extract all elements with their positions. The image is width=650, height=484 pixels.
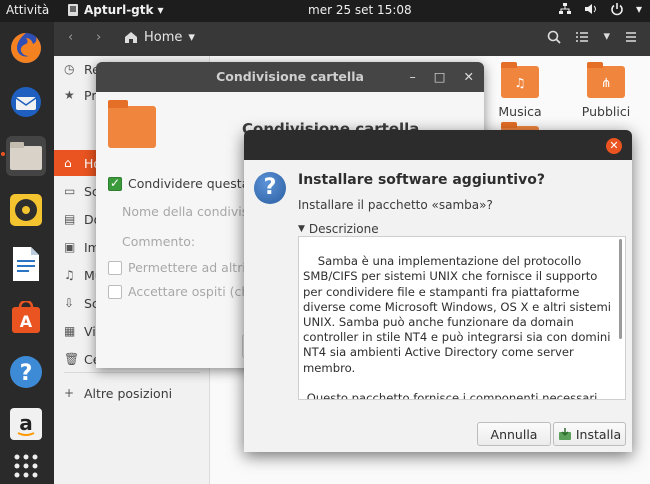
svg-text:A: A: [20, 312, 33, 331]
cancel-label: Annulla: [490, 426, 538, 442]
sidebar-item-other-locations[interactable]: + Altre posizioni: [64, 382, 172, 404]
music-icon: ♫: [501, 62, 539, 98]
svg-text:a: a: [19, 411, 33, 435]
star-icon: ★: [64, 88, 75, 102]
svg-text:?: ?: [20, 361, 33, 386]
help-icon[interactable]: ?: [6, 352, 46, 392]
power-icon: [611, 3, 623, 16]
install-icon: [558, 428, 571, 440]
activities-button[interactable]: Attività: [6, 3, 49, 17]
clock-icon: ◷: [64, 62, 75, 76]
folder-label: Musica: [498, 104, 542, 119]
list-view-icon[interactable]: [575, 30, 589, 44]
download-icon: ⇩: [64, 296, 75, 310]
forward-icon[interactable]: ›: [96, 30, 101, 45]
folder-musica[interactable]: ♫ Musica: [480, 62, 560, 119]
sidebar-item-label: Altre posizioni: [84, 385, 173, 401]
location-label: Home: [144, 30, 183, 45]
software-icon[interactable]: A: [6, 298, 46, 338]
install-software-dialog: ✕ ? Installare software aggiuntivo? Inst…: [244, 130, 632, 452]
cancel-button[interactable]: Annulla: [477, 422, 551, 446]
hamburger-menu-icon[interactable]: [624, 30, 638, 44]
trash-icon: 🗑: [64, 352, 80, 366]
volume-icon: [584, 4, 596, 14]
document-icon: ▤: [64, 212, 76, 226]
folder-pubblici[interactable]: ⋔ Pubblici: [566, 62, 646, 119]
image-icon: ▣: [64, 240, 76, 254]
dialog-subtitle: Installare il pacchetto «samba»?: [298, 198, 493, 212]
checkbox-unchecked[interactable]: [108, 284, 122, 299]
chevron-down-icon: ▾: [635, 2, 642, 16]
plus-icon: +: [64, 386, 75, 400]
checkbox-unchecked[interactable]: [108, 260, 122, 275]
back-icon[interactable]: ‹: [68, 30, 73, 45]
music-icon: ♫: [64, 268, 75, 282]
active-indicator: [1, 152, 5, 156]
field-label: Commento:: [122, 234, 196, 249]
amazon-icon[interactable]: a: [6, 404, 46, 444]
expander-label: Descrizione: [308, 222, 379, 236]
sharing-window-title: Condivisione cartella: [216, 69, 364, 84]
location-button[interactable]: Home ▾: [124, 30, 195, 45]
files-header: ‹ › Home ▾ ▾: [54, 22, 650, 56]
writer-icon[interactable]: [6, 244, 46, 284]
question-icon: ?: [254, 172, 286, 204]
close-icon[interactable]: ✕: [606, 138, 622, 154]
sharing-titlebar: Condivisione cartella – □ ✕: [96, 62, 484, 92]
install-button[interactable]: Installa: [553, 422, 626, 446]
clock[interactable]: mer 25 set 15:08: [308, 3, 412, 17]
firefox-icon[interactable]: [6, 28, 46, 68]
sidebar-divider: [64, 372, 200, 373]
window-controls: – □ ✕: [409, 62, 474, 92]
folder-label: Pubblici: [581, 104, 631, 119]
home-icon: [125, 32, 137, 43]
network-icon: [558, 3, 571, 14]
header-tools: ▾: [547, 29, 638, 44]
search-icon[interactable]: [547, 30, 562, 44]
scrollbar[interactable]: [619, 239, 622, 339]
video-icon: ▦: [64, 324, 76, 338]
desktop-icon: ▭: [64, 184, 76, 198]
chevron-down-icon: ▾: [157, 3, 164, 17]
home-icon: ⌂: [64, 156, 72, 170]
description-textview[interactable]: Samba è una implementazione del protocol…: [298, 236, 626, 400]
app-menu[interactable]: Apturl-gtk ▾: [66, 3, 164, 17]
apps-grid-icon[interactable]: [6, 446, 46, 484]
rhythmbox-icon[interactable]: [6, 190, 46, 230]
chevron-down-icon[interactable]: ▾: [603, 29, 610, 44]
description-expander[interactable]: ▼ Descrizione: [298, 222, 379, 236]
dock: A ? a: [0, 22, 54, 484]
comment-label: Commento:: [122, 234, 195, 249]
triangle-down-icon: ▼: [298, 224, 305, 234]
thunderbird-icon[interactable]: [6, 82, 46, 122]
checkbox-checked[interactable]: [108, 176, 122, 191]
app-menu-icon: [68, 4, 78, 16]
files-icon[interactable]: [6, 136, 46, 176]
top-bar: Attività Apturl-gtk ▾ mer 25 set 15:08 ▾: [0, 0, 650, 22]
install-titlebar: ✕: [244, 130, 632, 160]
minimize-icon[interactable]: –: [409, 62, 415, 92]
chevron-down-icon: ▾: [188, 30, 195, 45]
maximize-icon[interactable]: □: [434, 62, 446, 92]
app-menu-label: Apturl-gtk: [84, 3, 154, 17]
install-label: Installa: [575, 426, 622, 442]
close-icon[interactable]: ✕: [464, 62, 474, 92]
share-icon: ⋔: [587, 62, 625, 98]
shared-folder-icon: [108, 100, 156, 148]
description-text: Samba è una implementazione del protocol…: [303, 254, 612, 400]
dialog-title: Installare software aggiuntivo?: [298, 172, 545, 188]
system-menu[interactable]: ▾: [558, 2, 642, 16]
